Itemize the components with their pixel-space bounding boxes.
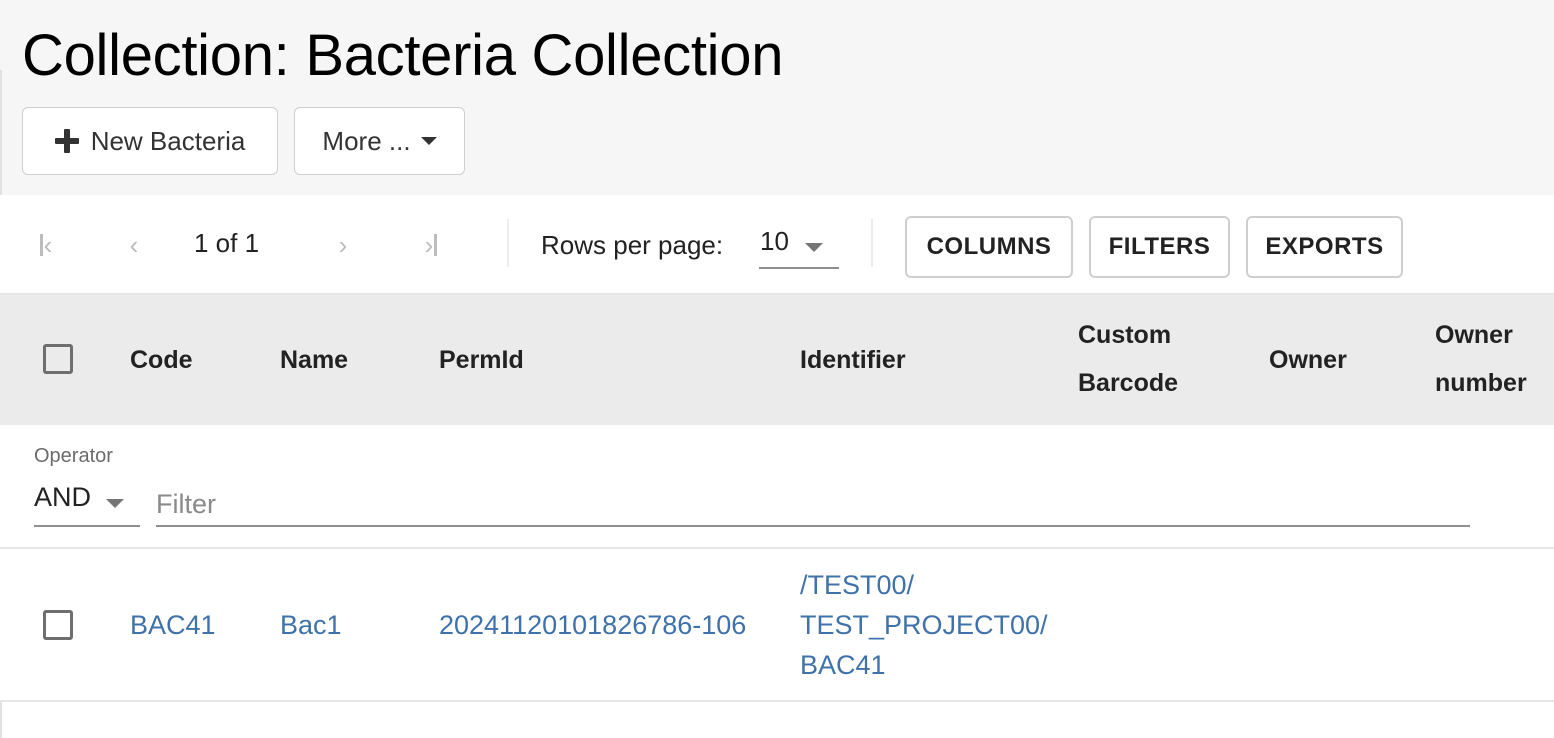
more-label: More ... [322, 125, 411, 156]
page-header: Collection: Bacteria Collection New Bact… [0, 0, 1554, 195]
column-header-text: Owner [1435, 321, 1513, 349]
column-header-code[interactable]: Code [130, 336, 193, 384]
page-status: 1 of 1 [194, 228, 260, 258]
more-menu-button[interactable]: More ... [294, 107, 465, 175]
column-header-owner-number[interactable]: Owner number [1435, 311, 1527, 407]
grid-toolbar: ‹ ‹ 1 of 1 › › Rows per page: 10 COLUMNS… [0, 195, 1554, 295]
column-header-text: Custom [1078, 321, 1172, 349]
operator-select[interactable]: AND [34, 479, 140, 527]
column-header-permid[interactable]: PermId [439, 336, 524, 384]
identifier-segment: BAC41 [800, 650, 886, 680]
filters-button[interactable]: FILTERS [1089, 216, 1230, 278]
rows-per-page-select[interactable]: 10 [759, 223, 839, 269]
toolbar-divider [871, 219, 873, 267]
column-header-text: number [1435, 369, 1527, 397]
page-title: Collection: Bacteria Collection [22, 23, 784, 88]
cell-code-link[interactable]: BAC41 [130, 605, 216, 645]
cell-name-link[interactable]: Bac1 [280, 605, 342, 645]
exports-button[interactable]: EXPORTS [1246, 216, 1403, 278]
last-page-button[interactable]: › [411, 225, 451, 265]
select-all-checkbox[interactable] [43, 344, 73, 374]
global-filter-input[interactable] [156, 483, 1470, 527]
operator-label: Operator [34, 445, 113, 467]
filter-row: Operator AND [0, 425, 1554, 549]
table-header: Code Name PermId Identifier Custom Barco… [0, 295, 1554, 425]
last-page-icon: › [425, 230, 438, 261]
caret-down-icon [805, 243, 823, 252]
columns-button[interactable]: COLUMNS [905, 216, 1073, 278]
new-bacteria-button[interactable]: New Bacteria [22, 107, 278, 175]
cell-permid-link[interactable]: 20241120101826786-106 [439, 605, 746, 645]
toolbar-divider [507, 219, 509, 267]
rows-per-page-value: 10 [760, 226, 789, 256]
identifier-segment: /TEST00/ [800, 570, 915, 600]
column-header-owner[interactable]: Owner [1269, 336, 1347, 384]
column-header-text: Barcode [1078, 369, 1179, 397]
column-header-name[interactable]: Name [280, 336, 348, 384]
column-header-identifier[interactable]: Identifier [800, 336, 906, 384]
collection-page: Collection: Bacteria Collection New Bact… [0, 0, 1554, 738]
new-bacteria-label: New Bacteria [90, 125, 246, 156]
next-page-button[interactable]: › [323, 225, 363, 265]
cell-identifier-link[interactable]: /TEST00/ TEST_PROJECT00/ BAC41 [800, 565, 1048, 685]
previous-page-button[interactable]: ‹ [114, 225, 154, 265]
column-header-custom-barcode[interactable]: Custom Barcode [1078, 311, 1178, 407]
first-page-button[interactable]: ‹ [26, 225, 66, 265]
caret-down-icon [420, 137, 437, 145]
identifier-segment: TEST_PROJECT00/ [800, 610, 1048, 640]
row-select-checkbox[interactable] [43, 610, 73, 640]
caret-down-icon [106, 499, 124, 508]
plus-icon [54, 129, 79, 153]
rows-per-page-label: Rows per page: [541, 230, 724, 260]
chevron-left-icon: ‹ [129, 229, 139, 260]
operator-value: AND [34, 482, 92, 512]
table-row[interactable]: BAC41 Bac1 20241120101826786-106 /TEST00… [0, 549, 1554, 702]
chevron-right-icon: › [338, 229, 348, 260]
first-page-icon: ‹ [39, 230, 52, 261]
